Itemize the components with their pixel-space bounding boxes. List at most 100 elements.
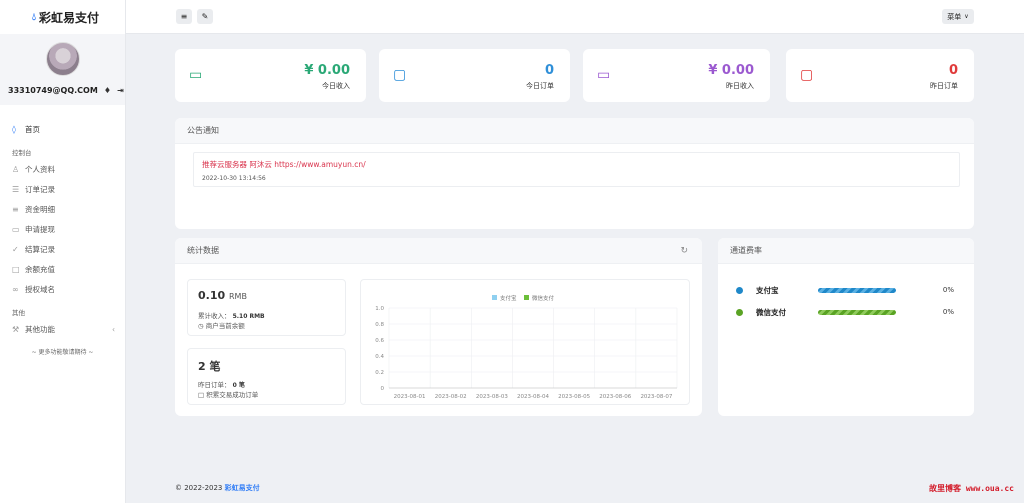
x-tick-label: 2023-08-01 — [394, 394, 426, 400]
sidebar-item-settlement[interactable]: ✓ 结算记录 — [0, 239, 125, 259]
sidebar-item-profile[interactable]: ♙ 个人资料 — [0, 159, 125, 179]
sidebar: 💧︎ 彩虹易支付 33310749@QQ.COM ♦ ⇥ ◊ 首页 控制台 ♙ … — [0, 0, 126, 503]
theme-button[interactable]: ✎ — [197, 9, 213, 24]
menu-label: 菜单 — [947, 12, 962, 21]
x-tick-label: 2023-08-07 — [640, 394, 672, 400]
sidebar-item-withdraw[interactable]: ▭ 申请提现 — [0, 219, 125, 239]
list-icon: ☰ — [12, 184, 20, 194]
sidebar-item-label: 结算记录 — [25, 244, 55, 254]
sidebar-item-recharge[interactable]: □ 余额充值 — [0, 259, 125, 279]
orders-value: 2 笔 — [198, 358, 221, 374]
logout-icon[interactable]: ⇥ — [117, 86, 124, 95]
channel-name: 微信支付 — [756, 308, 786, 317]
sidebar-item-label: 首页 — [25, 124, 40, 134]
card-icon: ▭ — [12, 224, 20, 234]
stat-yesterday-orders: ▢ 0 昨日订单 — [786, 49, 974, 102]
total-income-value: 5.10 RMB — [232, 313, 265, 320]
wrench-icon: ⚒ — [12, 324, 20, 334]
clock-icon: ◷ — [198, 322, 204, 330]
sidebar-item-other[interactable]: ⚒ 其他功能 ‹ — [0, 319, 125, 339]
stats-title: 统计数据 ↻ — [175, 238, 702, 264]
x-tick-label: 2023-08-06 — [599, 394, 631, 400]
balance-box: 0.10 RMB 累计收入： 5.10 RMB ◷ 商户当前余额 — [187, 279, 346, 336]
sidebar-item-label: 余额充值 — [25, 264, 55, 274]
balance-desc-text: 商户当前余额 — [205, 322, 245, 330]
channel-title-text: 通道费率 — [730, 246, 762, 255]
sidebar-item-domains[interactable]: ∞ 授权域名 — [0, 279, 125, 299]
sidebar-item-label: 个人资料 — [25, 164, 55, 174]
orders-desc: □ 积累交易成功订单 — [198, 389, 258, 399]
channel-title: 通道费率 — [718, 238, 974, 264]
channel-pct: 0% — [942, 308, 954, 316]
channel-name: 支付宝 — [756, 286, 779, 295]
footer-brand-link[interactable]: 彩虹易支付 — [225, 484, 260, 492]
sidebar-item-funds[interactable]: ≡ 资金明细 — [0, 199, 125, 219]
orders-unit: 笔 — [209, 360, 221, 373]
stat-value: 0 — [544, 63, 554, 78]
stat-label: 昨日收入 — [726, 82, 754, 90]
menu-toggle-button[interactable]: ≡ — [176, 9, 192, 24]
more-features-note: ~ 更多功能敬请期待 ~ — [31, 349, 94, 356]
sidebar-nav: ◊ 首页 控制台 ♙ 个人资料 ☰ 订单记录 ≡ 资金明细 ▭ 申请提现 ✓ 结… — [0, 105, 125, 357]
avatar[interactable] — [46, 42, 80, 76]
notice-title: 公告通知 — [175, 118, 974, 144]
refresh-icon[interactable]: ↻ — [680, 246, 688, 256]
sidebar-item-label: 申请提现 — [25, 224, 55, 234]
orders-number: 2 — [198, 360, 206, 373]
brand-logo[interactable]: 💧︎ 彩虹易支付 — [0, 0, 125, 34]
drop-icon: ◊ — [12, 124, 16, 134]
chevron-left-icon: ‹ — [112, 324, 115, 334]
stats-card: 统计数据 ↻ 0.10 RMB 累计收入： 5.10 RMB ◷ 商户当前余额 … — [175, 238, 702, 416]
chevron-down-icon: ∨ — [964, 13, 969, 20]
profile-email: 33310749@QQ.COM — [8, 86, 98, 95]
bar-chart: 支付宝 微信支付 0 0.2 0.4 0.6 0.8 1.0 2023-08-01 2023-08… — [375, 294, 678, 400]
x-tick-label: 2023-08-04 — [517, 394, 549, 400]
wallet-icon: ▭ — [597, 67, 611, 83]
y-tick-label: 0.2 — [375, 370, 384, 376]
notice-item: 推荐云服务器 阿沐云 https://www.amuyun.cn/ 2022-1… — [193, 152, 960, 187]
orders-desc-text: 积累交易成功订单 — [206, 391, 259, 399]
x-tick-label: 2023-08-02 — [435, 394, 467, 400]
sidebar-item-label: 资金明细 — [25, 204, 55, 214]
chart-container: 支付宝 微信支付 0 0.2 0.4 0.6 0.8 1.0 2023-08-01 2023-08… — [360, 279, 690, 405]
sidebar-item-orders[interactable]: ☰ 订单记录 — [0, 179, 125, 199]
channel-pct: 0% — [942, 286, 954, 294]
sidebar-item-label: 授权域名 — [25, 284, 55, 294]
check-circle-icon: ✓ — [12, 244, 19, 254]
fire-icon[interactable]: ♦ — [104, 86, 111, 95]
drop-logo-icon: 💧︎ — [32, 11, 36, 23]
legend-label: 支付宝 — [500, 294, 517, 302]
legend-label: 微信支付 — [532, 294, 555, 302]
stat-value: ¥ 0.00 — [708, 63, 754, 78]
stat-label: 昨日订单 — [930, 82, 958, 90]
yesterday-orders-label: 昨日订单： — [198, 381, 231, 389]
stat-value: ¥ 0.00 — [304, 63, 350, 78]
total-income-label: 累计收入： — [198, 312, 231, 320]
footer-copyright: © 2022-2023 — [175, 484, 223, 492]
profile-panel: 33310749@QQ.COM ♦ ⇥ — [0, 34, 125, 105]
x-tick-label: 2023-08-05 — [558, 394, 590, 400]
stat-today-orders: ▢ 0 今日订单 — [379, 49, 570, 102]
stat-label: 今日订单 — [526, 82, 554, 90]
notice-link[interactable]: 推荐云服务器 阿沐云 https://www.amuyun.cn/ — [202, 159, 951, 170]
wallet-icon: ▭ — [189, 67, 203, 83]
stats-title-text: 统计数据 — [187, 246, 219, 255]
y-tick-label: 0.6 — [375, 338, 384, 344]
legend-swatch — [492, 295, 497, 300]
brand-name: 彩虹易支付 — [39, 10, 100, 25]
footer: © 2022-2023 彩虹易支付 — [175, 483, 260, 493]
notice-time: 2022-10-30 13:14:56 — [202, 175, 266, 182]
sidebar-item-home[interactable]: ◊ 首页 — [0, 119, 125, 139]
user-menu-button[interactable]: 菜单 ∨ — [942, 9, 974, 24]
folder-icon: □ — [198, 391, 205, 399]
yesterday-orders: 昨日订单： 0 笔 — [198, 379, 245, 389]
y-tick-label: 0.8 — [375, 322, 384, 328]
yesterday-orders-value: 0 笔 — [232, 382, 245, 389]
channel-bar — [818, 310, 896, 315]
balance-value: 0.10 RMB — [198, 289, 247, 302]
topbar: ≡ ✎ 菜单 ∨ — [126, 0, 1024, 34]
stat-value: 0 — [948, 63, 958, 78]
notice-title-text: 公告通知 — [187, 126, 219, 135]
y-tick-label: 0 — [381, 386, 385, 392]
balance-desc: ◷ 商户当前余额 — [198, 320, 245, 330]
